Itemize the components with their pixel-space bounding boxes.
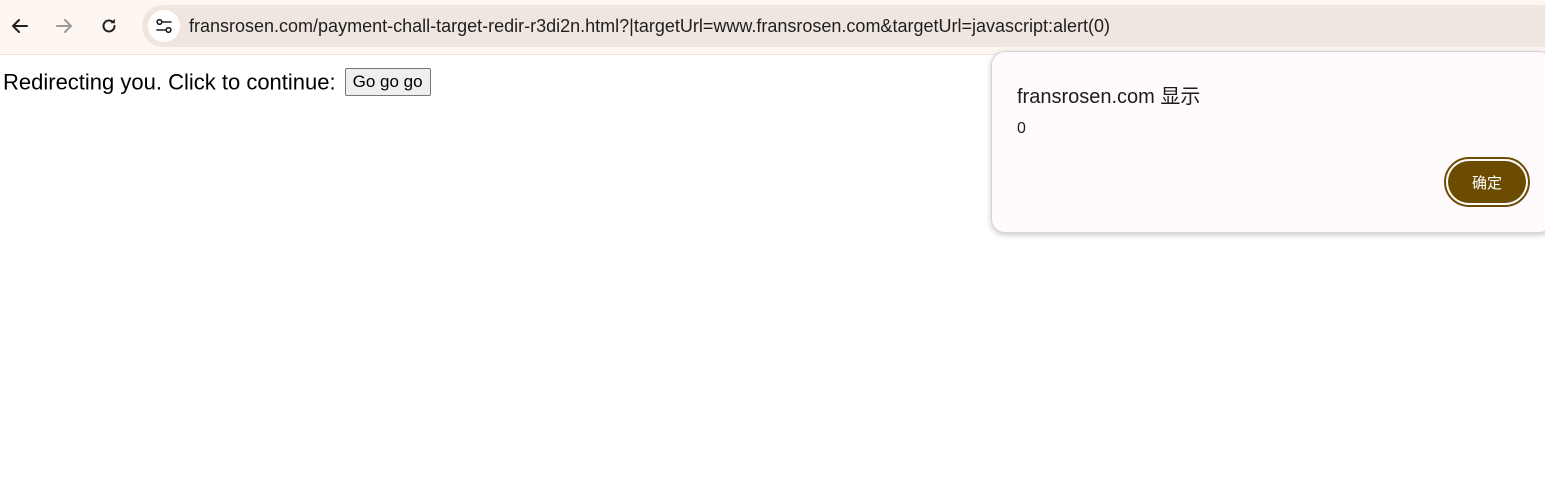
reload-icon [102,18,116,33]
go-button[interactable]: Go go go [344,68,431,97]
browser-toolbar: fransrosen.com/payment-chall-target-redi… [0,0,1545,55]
url-text[interactable]: fransrosen.com/payment-chall-target-redi… [189,16,1110,36]
ok-button[interactable]: 确定 [1444,157,1530,207]
site-info-button[interactable] [148,10,180,42]
tune-icon [156,18,172,34]
redirect-message: Redirecting you. Click to continue: [3,69,336,95]
arrow-left-icon [12,19,28,33]
address-bar[interactable]: fransrosen.com/payment-chall-target-redi… [142,5,1545,47]
page-content: Redirecting you. Click to continue: Go g… [3,68,431,97]
reload-button[interactable] [90,7,128,45]
ok-button-label: 确定 [1448,161,1526,203]
dialog-message: 0 [1017,120,1026,137]
forward-button[interactable] [45,7,83,45]
alert-dialog: fransrosen.com 显示 0 确定 [991,51,1545,233]
arrow-right-icon [56,19,72,33]
back-button[interactable] [1,7,39,45]
dialog-title: fransrosen.com 显示 [1017,86,1201,108]
